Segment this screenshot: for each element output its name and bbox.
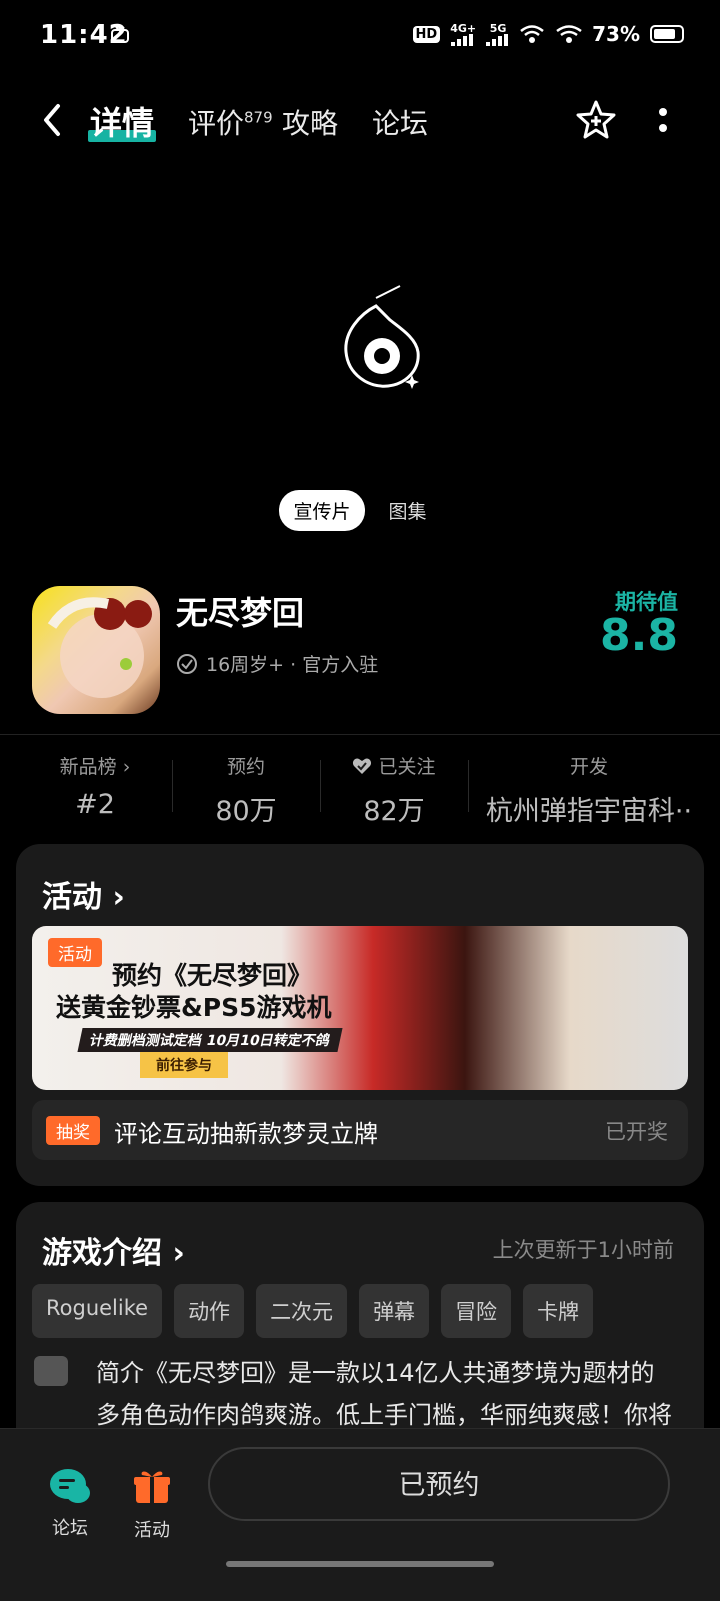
tag-item[interactable]: 弹幕 bbox=[359, 1284, 430, 1338]
banner-subtitle: 计费删档测试定档 10月10日转定不鸽 bbox=[77, 1028, 343, 1052]
more-vertical-icon bbox=[659, 108, 667, 132]
stat-reservations: 预约 80万 bbox=[172, 752, 320, 828]
notification-icon bbox=[110, 26, 130, 48]
intro-updated: 上次更新于1小时前 bbox=[492, 1238, 674, 1262]
stat-ranking-value: #2 bbox=[75, 789, 115, 820]
check-circle-icon bbox=[177, 653, 197, 674]
bottom-forum-button[interactable]: 论坛 bbox=[44, 1467, 96, 1540]
home-indicator[interactable] bbox=[226, 1561, 494, 1567]
expectation-score: 8.8 bbox=[600, 610, 678, 661]
star-plus-icon bbox=[576, 100, 616, 139]
signal-1-icon: 4G+ bbox=[450, 23, 476, 46]
document-icon bbox=[34, 1356, 68, 1386]
banner-cta[interactable]: 前往参与 bbox=[140, 1052, 228, 1078]
tab-guides[interactable]: 攻略 bbox=[282, 102, 338, 142]
bottom-bar: 论坛 活动 已预约 bbox=[0, 1428, 720, 1601]
tag-item[interactable]: Roguelike bbox=[32, 1284, 163, 1338]
game-logo-icon bbox=[340, 284, 424, 394]
stat-developer-value: 杭州弹指宇宙科·· bbox=[485, 796, 693, 827]
status-bar: 11:42 HD 4G+ 5G 73% bbox=[0, 0, 720, 76]
app-name: 无尽梦回 bbox=[176, 594, 305, 632]
wifi-plus-icon bbox=[520, 25, 544, 43]
banner-tag: 活动 bbox=[48, 938, 102, 967]
stat-developer[interactable]: 开发 杭州弹指宇宙科·· bbox=[474, 752, 704, 828]
activity-banner[interactable]: 活动 预约《无尽梦回》 送黄金钞票&PS5游戏机 计费删档测试定档 10月10日… bbox=[32, 926, 688, 1090]
bottom-activity-label: 活动 bbox=[134, 1520, 170, 1541]
chat-bubble-icon bbox=[50, 1469, 90, 1503]
stat-developer-label: 开发 bbox=[569, 756, 608, 778]
tab-trailer[interactable]: 宣传片 bbox=[279, 490, 365, 531]
heart-check-icon bbox=[353, 758, 372, 774]
app-meta: 16周岁+ · 官方入驻 bbox=[176, 650, 378, 677]
gift-icon bbox=[134, 1471, 170, 1503]
tag-item[interactable]: 卡牌 bbox=[523, 1284, 594, 1338]
intro-tags: Roguelike 动作 二次元 弹幕 冒险 卡牌 bbox=[32, 1284, 594, 1338]
tab-reviews-label: 评价 bbox=[188, 107, 245, 140]
stat-divider bbox=[468, 760, 469, 812]
stat-ranking-label: 新品榜 › bbox=[59, 756, 131, 778]
signal-2-icon: 5G bbox=[486, 23, 510, 46]
tag-item[interactable]: 冒险 bbox=[441, 1284, 512, 1338]
lottery-text: 评论互动抽新款梦灵立牌 bbox=[114, 1120, 378, 1148]
activity-title[interactable]: 活动 › bbox=[42, 872, 125, 916]
chevron-left-icon bbox=[44, 104, 60, 136]
stat-ranking[interactable]: 新品榜 › #2 bbox=[20, 752, 170, 820]
stat-reservations-value: 80万 bbox=[215, 796, 277, 827]
tag-item[interactable]: 二次元 bbox=[256, 1284, 348, 1338]
tag-item[interactable]: 动作 bbox=[174, 1284, 245, 1338]
stat-followers-label: 已关注 bbox=[320, 752, 468, 779]
tab-forum[interactable]: 论坛 bbox=[372, 102, 428, 142]
battery-icon bbox=[650, 25, 684, 43]
stat-followers[interactable]: 已关注 82万 bbox=[320, 752, 468, 828]
media-tabs: 宣传片 图集 bbox=[0, 490, 720, 531]
divider bbox=[0, 734, 720, 735]
more-button[interactable] bbox=[656, 102, 670, 142]
app-icon[interactable] bbox=[32, 586, 160, 714]
banner-headline-1: 预约《无尽梦回》 bbox=[112, 961, 313, 990]
intro-title[interactable]: 游戏介绍 › bbox=[42, 1228, 185, 1272]
favorite-button[interactable] bbox=[574, 98, 618, 146]
lottery-row[interactable]: 抽奖 评论互动抽新款梦灵立牌 已开奖 bbox=[32, 1100, 688, 1160]
top-nav: 详情 评价879 攻略 论坛 bbox=[0, 88, 720, 152]
reserved-button[interactable]: 已预约 bbox=[208, 1447, 670, 1521]
banner-headline-2: 送黄金钞票&PS5游戏机 bbox=[56, 993, 332, 1022]
activity-card: 活动 › 活动 预约《无尽梦回》 送黄金钞票&PS5游戏机 计费删档测试定档 1… bbox=[16, 844, 704, 1186]
stat-reservations-label: 预约 bbox=[226, 756, 265, 778]
status-right: HD 4G+ 5G 73% bbox=[412, 22, 684, 46]
wifi-icon bbox=[556, 25, 582, 43]
tab-details[interactable]: 详情 bbox=[87, 98, 157, 144]
hd-icon: HD bbox=[412, 25, 441, 43]
bottom-forum-label: 论坛 bbox=[52, 1518, 88, 1539]
back-button[interactable] bbox=[38, 102, 68, 138]
intro-card: 游戏介绍 › 上次更新于1小时前 Roguelike 动作 二次元 弹幕 冒险 … bbox=[16, 1202, 704, 1471]
lottery-tag: 抽奖 bbox=[46, 1116, 100, 1145]
stat-followers-value: 82万 bbox=[363, 796, 425, 827]
stats-row: 新品榜 › #2 预约 80万 已关注 82万 开发 杭州弹指宇宙科·· bbox=[0, 752, 720, 827]
lottery-state: 已开奖 bbox=[605, 1120, 668, 1144]
bottom-activity-button[interactable]: 活动 bbox=[126, 1467, 178, 1542]
reviews-count: 879 bbox=[244, 108, 273, 127]
battery-percent: 73% bbox=[592, 22, 640, 46]
app-meta-text: 16周岁+ · 官方入驻 bbox=[206, 654, 379, 676]
tab-gallery[interactable]: 图集 bbox=[375, 490, 441, 531]
tab-reviews[interactable]: 评价879 bbox=[188, 102, 273, 142]
